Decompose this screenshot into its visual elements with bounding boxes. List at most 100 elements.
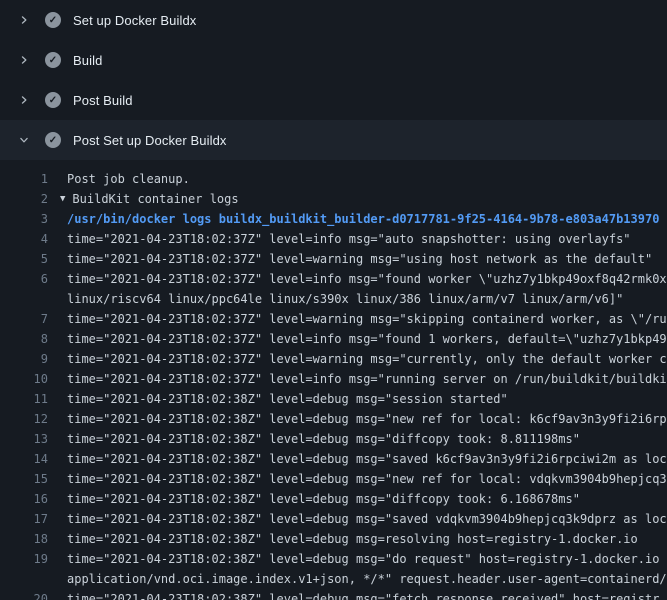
line-text: time="2021-04-23T18:02:38Z" level=debug …: [67, 469, 667, 489]
line-text: time="2021-04-23T18:02:38Z" level=debug …: [67, 589, 659, 600]
line-text: time="2021-04-23T18:02:38Z" level=debug …: [67, 449, 667, 469]
step-label: Post Set up Docker Buildx: [73, 133, 227, 148]
line-text: time="2021-04-23T18:02:37Z" level=warnin…: [67, 349, 667, 369]
log-line: 12 time="2021-04-23T18:02:38Z" level=deb…: [0, 409, 667, 429]
line-number[interactable]: 7: [0, 309, 60, 329]
group-toggle-icon[interactable]: ▼: [60, 189, 72, 209]
group-toggle-icon[interactable]: [60, 249, 67, 269]
group-toggle-icon[interactable]: [60, 409, 67, 429]
check-circle-icon: ✓: [45, 52, 61, 68]
line-number[interactable]: 10: [0, 369, 60, 389]
group-toggle-icon[interactable]: [60, 429, 67, 449]
line-number[interactable]: 11: [0, 389, 60, 409]
chevron-icon: [16, 134, 32, 146]
group-toggle-icon[interactable]: [60, 269, 67, 289]
step-label: Build: [73, 53, 102, 68]
line-text: time="2021-04-23T18:02:37Z" level=info m…: [67, 369, 667, 389]
group-toggle-icon[interactable]: [60, 369, 67, 389]
log-line: 19 time="2021-04-23T18:02:38Z" level=deb…: [0, 549, 667, 569]
line-number[interactable]: 16: [0, 489, 60, 509]
group-toggle-icon[interactable]: [60, 389, 67, 409]
step-label: Set up Docker Buildx: [73, 13, 196, 28]
log-line: 3 /usr/bin/docker logs buildx_buildkit_b…: [0, 209, 667, 229]
line-text: time="2021-04-23T18:02:38Z" level=debug …: [67, 489, 580, 509]
line-text: application/vnd.oci.image.index.v1+json,…: [67, 569, 667, 589]
group-toggle-icon[interactable]: [60, 229, 67, 249]
log-line: 5 time="2021-04-23T18:02:37Z" level=warn…: [0, 249, 667, 269]
group-toggle-icon[interactable]: [60, 169, 67, 189]
line-number[interactable]: 18: [0, 529, 60, 549]
group-toggle-icon[interactable]: [60, 469, 67, 489]
log-line: linux/riscv64 linux/ppc64le linux/s390x …: [0, 289, 667, 309]
line-number[interactable]: 9: [0, 349, 60, 369]
line-number[interactable]: 8: [0, 329, 60, 349]
step-header-post-build[interactable]: ✓ Post Build: [0, 80, 667, 120]
step-header-post-set-up-docker-buildx[interactable]: ✓ Post Set up Docker Buildx: [0, 120, 667, 160]
line-number[interactable]: 3: [0, 209, 60, 229]
check-circle-icon: ✓: [45, 12, 61, 28]
line-number[interactable]: 2: [0, 189, 60, 209]
line-number[interactable]: 19: [0, 549, 60, 569]
log-line: 11 time="2021-04-23T18:02:38Z" level=deb…: [0, 389, 667, 409]
line-number[interactable]: 17: [0, 509, 60, 529]
chevron-icon: [16, 54, 32, 66]
line-number[interactable]: 5: [0, 249, 60, 269]
line-text: time="2021-04-23T18:02:38Z" level=debug …: [67, 429, 580, 449]
log-line: 6 time="2021-04-23T18:02:37Z" level=info…: [0, 269, 667, 289]
line-text: linux/riscv64 linux/ppc64le linux/s390x …: [67, 289, 623, 309]
line-text: time="2021-04-23T18:02:37Z" level=info m…: [67, 229, 631, 249]
line-number[interactable]: 6: [0, 269, 60, 289]
group-toggle-icon[interactable]: [60, 329, 67, 349]
line-text: time="2021-04-23T18:02:37Z" level=info m…: [67, 269, 667, 289]
group-toggle-icon[interactable]: [60, 449, 67, 469]
log-output: 1 Post job cleanup. 2 ▼ BuildKit contain…: [0, 160, 667, 600]
log-line: 7 time="2021-04-23T18:02:37Z" level=warn…: [0, 309, 667, 329]
log-line: application/vnd.oci.image.index.v1+json,…: [0, 569, 667, 589]
chevron-icon: [16, 14, 32, 26]
log-line: 16 time="2021-04-23T18:02:38Z" level=deb…: [0, 489, 667, 509]
step-header-set-up-docker-buildx[interactable]: ✓ Set up Docker Buildx: [0, 0, 667, 40]
log-line: 13 time="2021-04-23T18:02:38Z" level=deb…: [0, 429, 667, 449]
line-number[interactable]: 14: [0, 449, 60, 469]
log-line: 2 ▼ BuildKit container logs: [0, 189, 667, 209]
line-number[interactable]: [0, 569, 60, 589]
line-text: Post job cleanup.: [67, 169, 190, 189]
group-toggle-icon[interactable]: [60, 309, 67, 329]
check-circle-icon: ✓: [45, 132, 61, 148]
log-line: 1 Post job cleanup.: [0, 169, 667, 189]
line-text: time="2021-04-23T18:02:38Z" level=debug …: [67, 549, 667, 569]
group-toggle-icon[interactable]: [60, 289, 67, 309]
group-toggle-icon[interactable]: [60, 209, 67, 229]
line-number[interactable]: 12: [0, 409, 60, 429]
line-text: time="2021-04-23T18:02:38Z" level=debug …: [67, 509, 667, 529]
group-toggle-icon[interactable]: [60, 589, 67, 600]
line-text: time="2021-04-23T18:02:38Z" level=debug …: [67, 389, 508, 409]
line-number[interactable]: 1: [0, 169, 60, 189]
line-number[interactable]: 13: [0, 429, 60, 449]
group-toggle-icon[interactable]: [60, 529, 67, 549]
line-number[interactable]: 4: [0, 229, 60, 249]
step-header-build[interactable]: ✓ Build: [0, 40, 667, 80]
step-label: Post Build: [73, 93, 133, 108]
group-toggle-icon[interactable]: [60, 489, 67, 509]
log-line: 4 time="2021-04-23T18:02:37Z" level=info…: [0, 229, 667, 249]
chevron-icon: [16, 94, 32, 106]
line-number[interactable]: [0, 289, 60, 309]
line-number[interactable]: 20: [0, 589, 60, 600]
group-toggle-icon[interactable]: [60, 549, 67, 569]
group-toggle-icon[interactable]: [60, 569, 67, 589]
log-line: 14 time="2021-04-23T18:02:38Z" level=deb…: [0, 449, 667, 469]
log-line: 15 time="2021-04-23T18:02:38Z" level=deb…: [0, 469, 667, 489]
line-text: time="2021-04-23T18:02:37Z" level=warnin…: [67, 249, 652, 269]
line-text: /usr/bin/docker logs buildx_buildkit_bui…: [67, 209, 659, 229]
line-text: BuildKit container logs: [72, 189, 238, 209]
log-line: 17 time="2021-04-23T18:02:38Z" level=deb…: [0, 509, 667, 529]
line-number[interactable]: 15: [0, 469, 60, 489]
line-text: time="2021-04-23T18:02:38Z" level=debug …: [67, 529, 638, 549]
log-line: 20 time="2021-04-23T18:02:38Z" level=deb…: [0, 589, 667, 600]
log-line: 10 time="2021-04-23T18:02:37Z" level=inf…: [0, 369, 667, 389]
line-text: time="2021-04-23T18:02:38Z" level=debug …: [67, 409, 667, 429]
group-toggle-icon[interactable]: [60, 509, 67, 529]
steps-list: ✓ Set up Docker Buildx ✓ Build ✓ Post Bu…: [0, 0, 667, 160]
group-toggle-icon[interactable]: [60, 349, 67, 369]
